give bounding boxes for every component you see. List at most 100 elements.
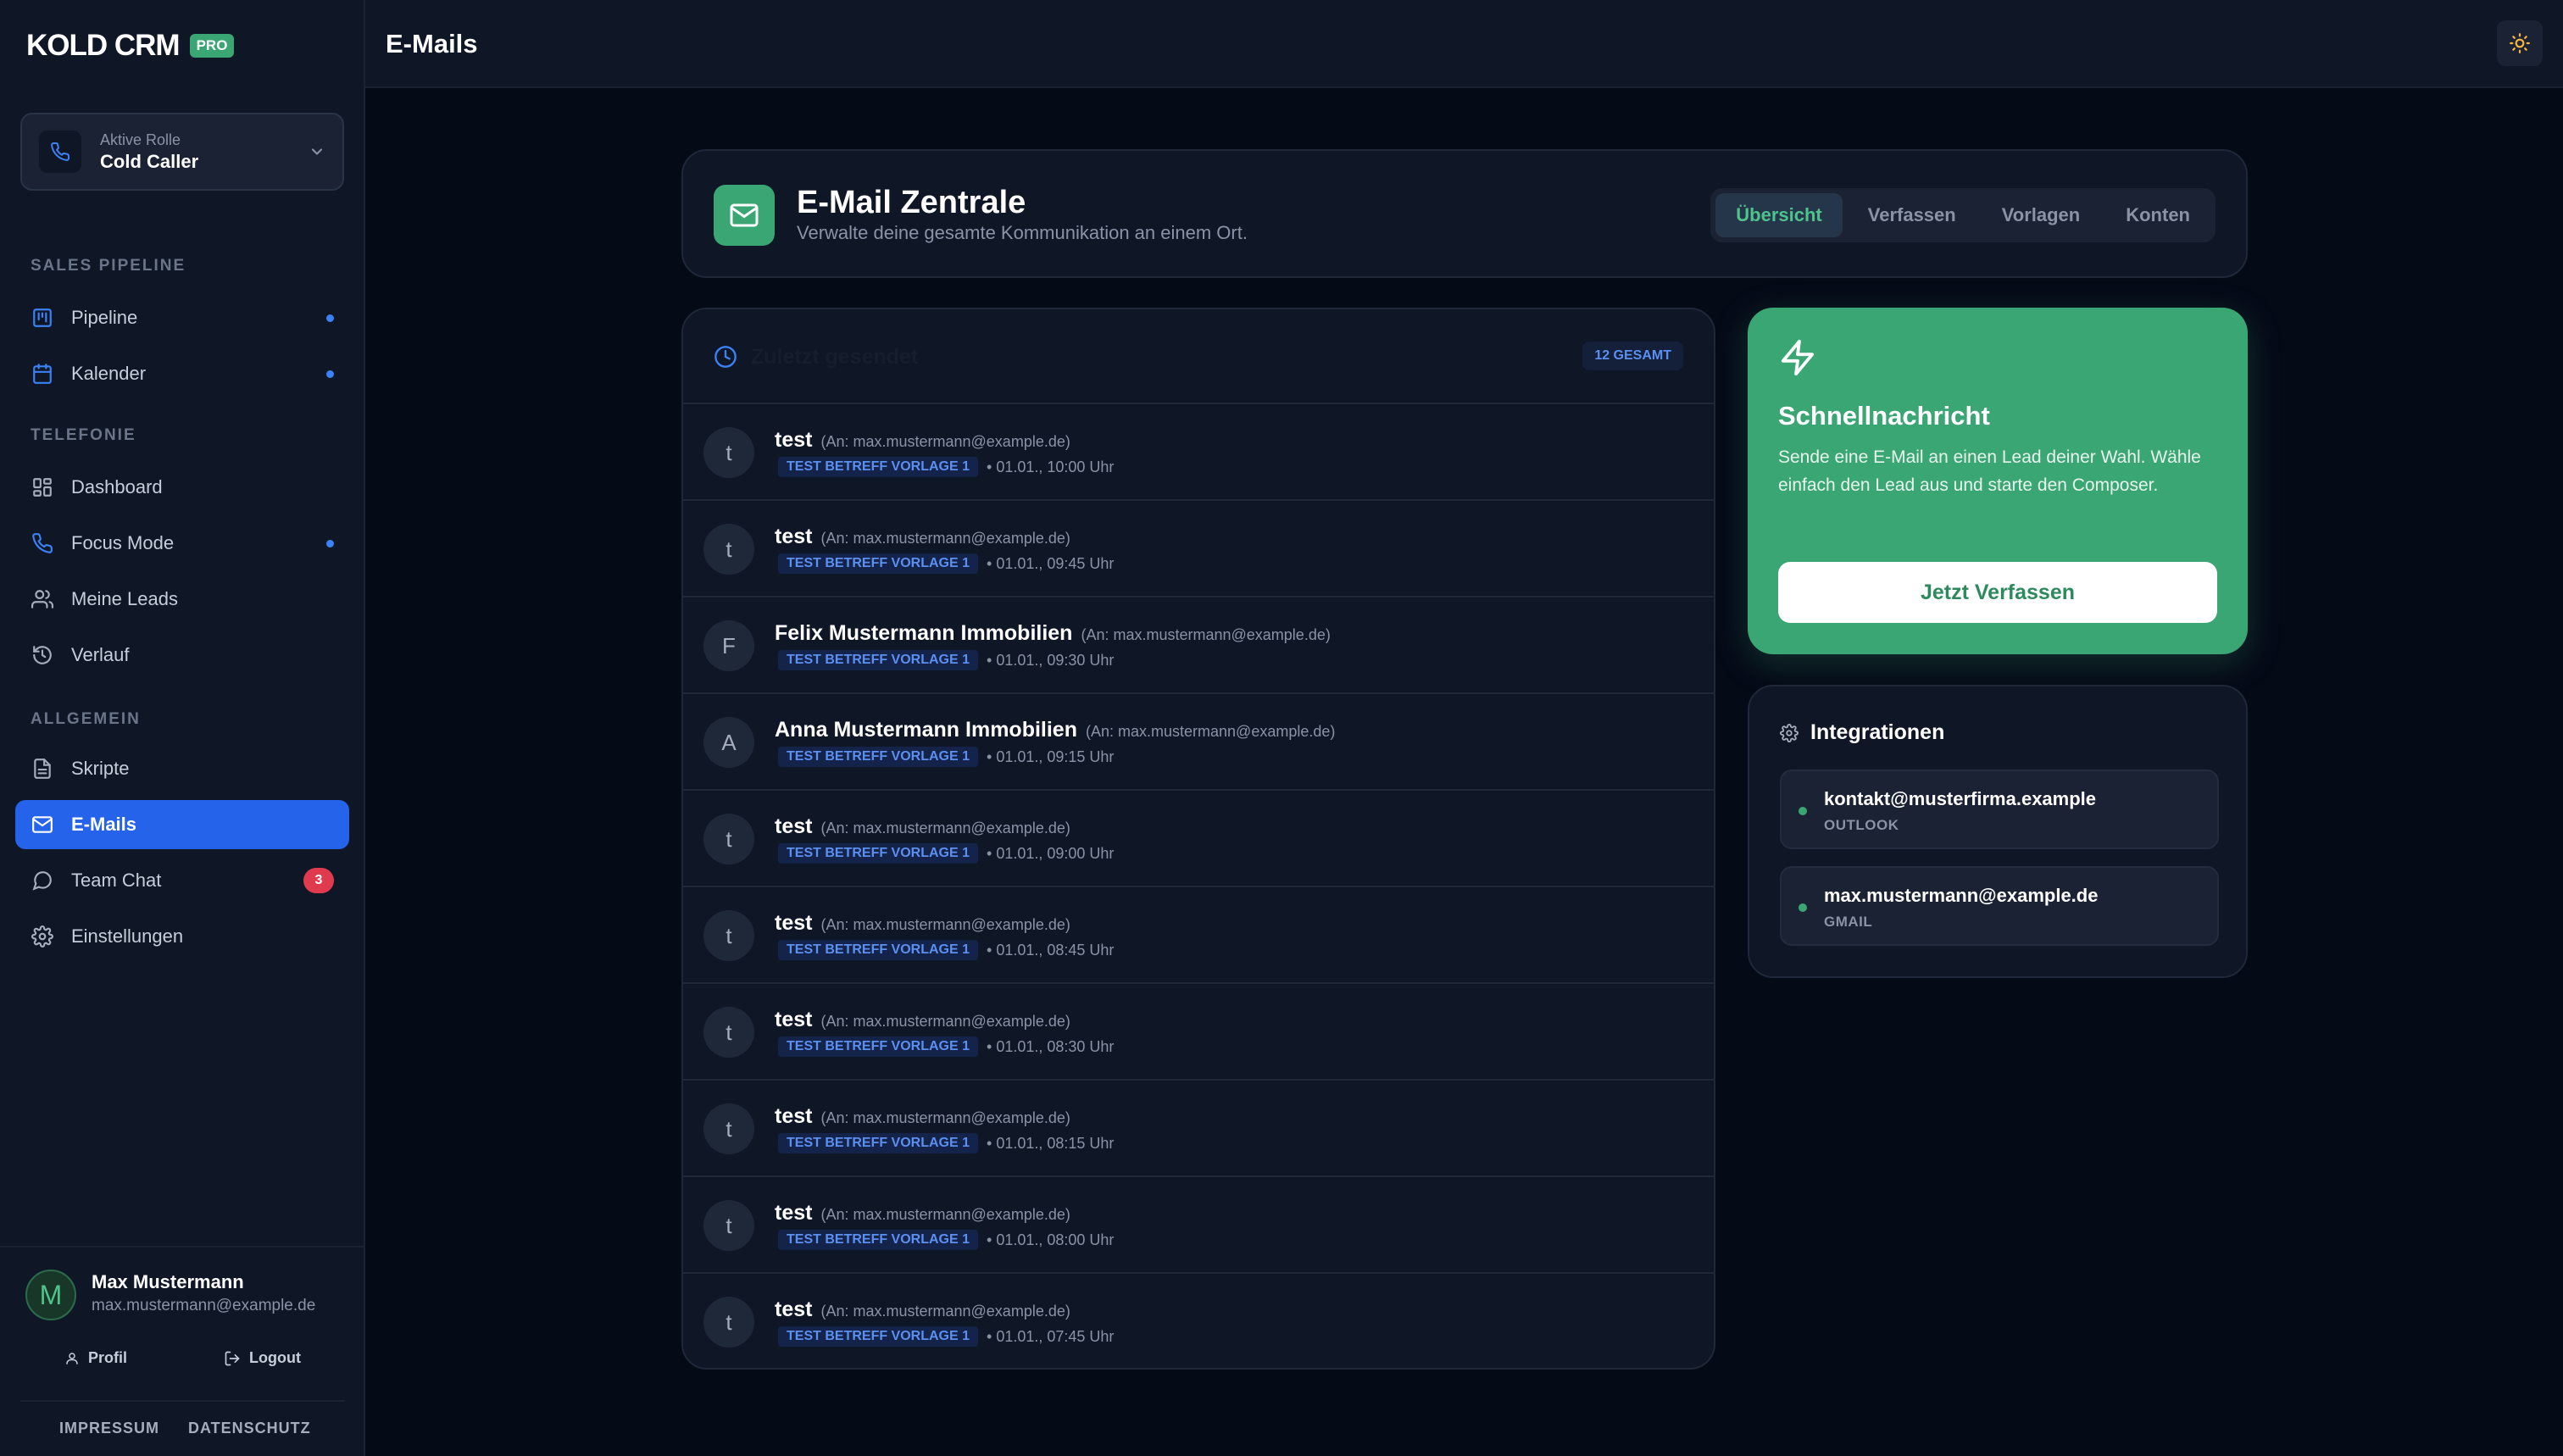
recipient-address: (An: max.mustermann@example.de)	[820, 820, 1070, 836]
document-icon	[31, 757, 54, 781]
recipient-address: (An: max.mustermann@example.de)	[820, 1303, 1070, 1320]
integration-provider: GMAIL	[1824, 914, 1873, 930]
chat-icon	[31, 869, 54, 892]
recipient-name: test	[775, 1008, 813, 1031]
tab-verfassen[interactable]: Verfassen	[1848, 193, 1976, 237]
notification-dot	[326, 370, 334, 378]
sidebar-item-kalender[interactable]: Kalender	[15, 349, 349, 398]
sidebar-item-e-mails[interactable]: E-Mails	[15, 800, 349, 849]
subject-tag: TEST BETREFF VORLAGE 1	[778, 940, 979, 960]
tab-uebersicht[interactable]: Übersicht	[1715, 193, 1843, 237]
integration-account[interactable]: max.mustermann@example.de GMAIL	[1780, 866, 2219, 946]
integration-account[interactable]: kontakt@musterfirma.example OUTLOOK	[1780, 770, 2219, 849]
calendar-icon	[31, 362, 54, 386]
sidebar-item-meine-leads[interactable]: Meine Leads	[15, 575, 349, 624]
list-item[interactable]: t test (An: max.mustermann@example.de) TEST…	[683, 404, 1714, 501]
subject-tag: TEST BETREFF VORLAGE 1	[778, 1133, 979, 1153]
avatar: t	[703, 1297, 754, 1348]
recipient-address: (An: max.mustermann@example.de)	[820, 1206, 1070, 1223]
recipient-name: test	[775, 1201, 813, 1225]
mail-icon	[714, 185, 775, 246]
recipient-address: (An: max.mustermann@example.de)	[820, 916, 1070, 933]
sidebar-item-dashboard[interactable]: Dashboard	[15, 463, 349, 512]
phone-icon	[39, 131, 81, 173]
list-item[interactable]: t test (An: max.mustermann@example.de) TEST…	[683, 1274, 1714, 1368]
integration-email: kontakt@musterfirma.example	[1824, 788, 2097, 809]
pro-badge: PRO	[189, 34, 235, 58]
recipient-name: test	[775, 814, 813, 838]
brand-name: KOLD CRM	[26, 29, 181, 62]
kanban-icon	[31, 306, 54, 330]
user-panel: M Max Mustermann max.mustermann@example.…	[0, 1246, 365, 1456]
recipient-address: (An: max.mustermann@example.de)	[820, 1109, 1070, 1126]
tab-vorlagen[interactable]: Vorlagen	[1982, 193, 2101, 237]
recipient-name: test	[775, 1104, 813, 1128]
user-icon	[66, 1352, 78, 1364]
logout-icon	[225, 1351, 240, 1365]
list-item[interactable]: t test (An: max.mustermann@example.de) TEST…	[683, 1081, 1714, 1177]
avatar[interactable]: M	[25, 1270, 76, 1320]
sidebar-item-verlauf[interactable]: Verlauf	[15, 631, 349, 680]
tab-konten[interactable]: Konten	[2105, 193, 2210, 237]
chevron-down-icon	[311, 148, 323, 155]
quick-description: Sende eine E-Mail an einen Lead deiner W…	[1778, 447, 2201, 495]
list-item[interactable]: F Felix Mustermann Immobilien (An: max.mus…	[683, 597, 1714, 694]
role-label: Aktive Rolle	[100, 131, 181, 148]
clock-icon	[714, 346, 737, 368]
unread-badge: 3	[303, 868, 334, 893]
subject-tag: TEST BETREFF VORLAGE 1	[778, 843, 979, 864]
subject-tag: TEST BETREFF VORLAGE 1	[778, 1326, 979, 1347]
user-email: max.mustermann@example.de	[92, 1297, 316, 1314]
sent-timestamp: • 01.01., 09:45 Uhr	[987, 554, 1115, 572]
role-value: Cold Caller	[100, 150, 199, 172]
profile-button[interactable]: Profil	[64, 1349, 127, 1367]
role-selector[interactable]: Aktive Rolle Cold Caller	[20, 113, 344, 191]
recipient-address: (An: max.mustermann@example.de)	[820, 1013, 1070, 1030]
logout-button[interactable]: Logout	[224, 1349, 301, 1367]
mail-icon	[31, 813, 54, 836]
list-item[interactable]: t test (An: max.mustermann@example.de) TEST…	[683, 1177, 1714, 1274]
sidebar-item-focus-mode[interactable]: Focus Mode	[15, 519, 349, 568]
users-icon	[31, 587, 54, 611]
gear-icon	[31, 925, 54, 948]
subject-tag: TEST BETREFF VORLAGE 1	[778, 457, 979, 477]
profile-label: Profil	[88, 1349, 128, 1366]
sidebar-item-label: Verlauf	[71, 644, 130, 665]
theme-toggle-button[interactable]	[2497, 20, 2543, 66]
compose-now-button[interactable]: Jetzt Verfassen	[1778, 562, 2217, 623]
quick-title: Schnellnachricht	[1778, 401, 1990, 431]
sent-timestamp: • 01.01., 07:45 Uhr	[987, 1327, 1115, 1345]
recipient-address: (An: max.mustermann@example.de)	[820, 530, 1070, 547]
list-item[interactable]: A Anna Mustermann Immobilien (An: max.must…	[683, 694, 1714, 791]
section-label-telefonie: TELEFONIE	[31, 426, 136, 444]
lightning-icon	[1781, 339, 1815, 376]
subject-tag: TEST BETREFF VORLAGE 1	[778, 650, 979, 670]
list-item[interactable]: t test (An: max.mustermann@example.de) TEST…	[683, 984, 1714, 1081]
recipient-name: test	[775, 1298, 813, 1321]
sidebar-item-label: Kalender	[71, 363, 147, 384]
list-item[interactable]: t test (An: max.mustermann@example.de) TEST…	[683, 791, 1714, 887]
sidebar-item-einstellungen[interactable]: Einstellungen	[15, 912, 349, 961]
sun-icon	[2510, 33, 2530, 53]
sidebar-item-team-chat[interactable]: Team Chat 3	[15, 856, 349, 905]
list-header: Zuletzt gesendet 12 GESAMT	[683, 309, 1714, 404]
sidebar-item-pipeline[interactable]: Pipeline	[15, 293, 349, 342]
list-item[interactable]: t test (An: max.mustermann@example.de) TEST…	[683, 501, 1714, 597]
recently-sent-list: Zuletzt gesendet 12 GESAMT t test (An: max…	[681, 308, 1715, 1370]
section-subtitle: Verwalte deine gesamte Kommunikation an …	[797, 222, 1248, 243]
recipient-address: (An: max.mustermann@example.de)	[1081, 626, 1331, 643]
sidebar-item-label: Dashboard	[71, 476, 163, 497]
recipient-name: test	[775, 525, 813, 548]
total-count-badge: 12 GESAMT	[1582, 342, 1683, 370]
sidebar-item-skripte[interactable]: Skripte	[15, 744, 349, 793]
datenschutz-link[interactable]: DATENSCHUTZ	[188, 1420, 311, 1437]
avatar: F	[703, 620, 754, 671]
sent-timestamp: • 01.01., 08:00 Uhr	[987, 1231, 1115, 1248]
impressum-link[interactable]: IMPRESSUM	[59, 1420, 159, 1437]
sidebar-item-label: Focus Mode	[71, 532, 175, 553]
divider	[20, 1400, 345, 1402]
list-item[interactable]: t test (An: max.mustermann@example.de) TEST…	[683, 887, 1714, 984]
sent-timestamp: • 01.01., 10:00 Uhr	[987, 458, 1115, 475]
avatar: t	[703, 1007, 754, 1058]
brand-logo[interactable]: KOLD CRM PRO	[26, 29, 235, 63]
